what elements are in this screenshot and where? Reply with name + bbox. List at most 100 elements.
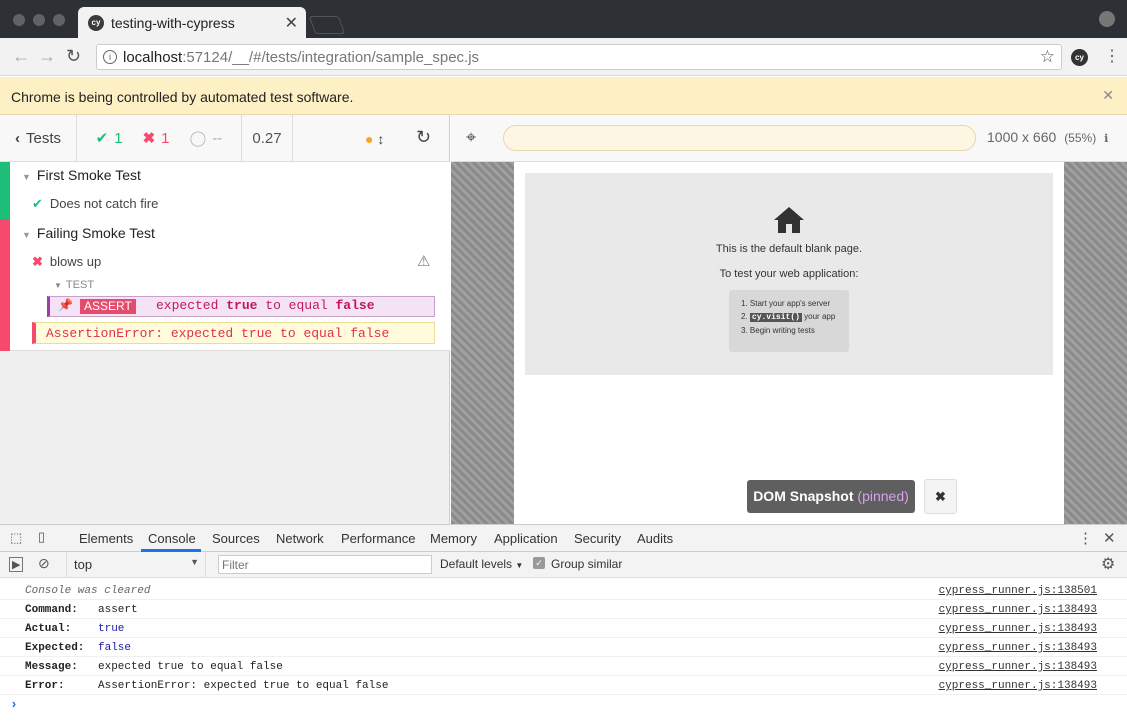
log-value: true [98,623,125,635]
dom-snapshot-badge: DOM Snapshot (pinned) [747,480,915,513]
levels-dropdown[interactable]: Default levels ▼ [440,557,523,571]
tab-network[interactable]: Network [276,531,324,546]
close-tab-icon[interactable]: ✕ [285,13,298,33]
back-icon[interactable]: ← [12,46,30,67]
blank-page: This is the default blank page. To test … [525,173,1053,375]
step-text: Start your app's server [749,299,831,308]
runnables-list: ▼ First Smoke Test ✔ Does not catch fire ▼… [0,162,450,351]
tab-console[interactable]: Console [148,531,196,546]
tab-audits[interactable]: Audits [637,531,673,546]
failed-count: 1 [161,129,170,147]
tab-performance[interactable]: Performance [341,531,415,546]
url-bar[interactable]: i localhost:57124/__/#/tests/integration… [96,44,1062,70]
url-path: :57124/__/#/tests/integration/sample_spe… [182,49,480,66]
collapse-caret-icon: ▼ [22,230,31,240]
reload-icon[interactable]: ↻ [66,46,81,67]
automation-infobar: Chrome is being controlled by automated … [0,77,1127,115]
forward-icon[interactable]: → [38,46,56,67]
browser-tab[interactable]: cy testing-with-cypress ✕ [78,7,306,38]
close-infobar-icon[interactable]: ✕ [1102,87,1114,104]
minimize-window-button[interactable] [33,14,45,26]
warning-icon: ⚠ [417,253,431,270]
console-log-row: Expected: false cypress_runner.js:138493 [0,638,1127,657]
error-message[interactable]: AssertionError: expected true to equal f… [32,322,435,344]
msg-part: true [226,298,258,313]
command-name: ASSERT [80,299,136,314]
chevron-down-icon: ▼ [190,557,199,567]
source-link[interactable]: cypress_runner.js:138493 [939,604,1097,616]
unpin-snapshot-button[interactable]: ✖ [924,479,957,514]
inspect-element-icon[interactable]: ⬚ [10,530,22,546]
console-output: Console was cleared cypress_runner.js:13… [0,578,1127,728]
tests-button[interactable]: ‹ Tests [0,115,77,161]
cypress-extension-icon[interactable]: cy [1071,49,1088,66]
source-link[interactable]: cypress_runner.js:138493 [939,623,1097,635]
group-similar-checkbox[interactable]: ✓ [533,557,545,569]
console-prompt-icon[interactable]: › [10,697,18,712]
run-controls: ● ↕ ↻ [293,115,450,161]
site-info-icon[interactable]: i [103,50,117,64]
passed-check-icon: ✔ [95,130,109,147]
app-iframe: This is the default blank page. To test … [514,162,1064,524]
auto-scroll-toggle[interactable]: ● ↕ [365,131,384,147]
source-link[interactable]: cypress_runner.js:138501 [939,585,1097,597]
clear-console-icon[interactable]: ⊘ [38,555,50,572]
viewport-info: 1000 x 660 (55%) ℹ [987,129,1108,145]
passed-count: 1 [114,129,123,147]
command-message: expected true to equal false [156,298,375,313]
failed-x-icon: ✖ [142,130,156,147]
new-tab-button[interactable] [308,16,346,34]
bookmark-star-icon[interactable]: ☆ [1040,47,1055,67]
home-icon [774,207,804,233]
msg-part: expected [156,298,219,313]
source-link[interactable]: cypress_runner.js:138493 [939,642,1097,654]
tab-sources[interactable]: Sources [212,531,260,546]
test-does-not-catch-fire[interactable]: ✔ Does not catch fire [32,196,158,212]
info-icon[interactable]: ℹ [1104,133,1108,145]
url-display [503,125,976,151]
selector-playground-icon[interactable]: ⌖ [466,127,476,148]
tab-application[interactable]: Application [494,531,558,546]
restart-icon[interactable]: ↻ [416,127,431,148]
profile-icon[interactable] [1099,11,1115,27]
filter-input[interactable] [218,555,432,574]
preview-header: ⌖ 1000 x 660 (55%) ℹ [451,115,1127,162]
maximize-window-button[interactable] [53,14,65,26]
suite-title: First Smoke Test [36,167,141,183]
test-blows-up[interactable]: ✖ blows up [32,254,101,270]
devtools-menu-icon[interactable]: ⋮ [1078,529,1093,547]
source-link[interactable]: cypress_runner.js:138493 [939,680,1097,692]
failed-x-icon: ✖ [32,254,43,269]
blank-line1: This is the default blank page. [715,243,863,255]
levels-label: Default levels [440,557,513,571]
pin-icon: 📌 [58,299,73,313]
cleared-message: Console was cleared [25,585,151,597]
viewport-dimensions: 1000 x 660 [987,129,1057,145]
source-link[interactable]: cypress_runner.js:138493 [939,661,1097,673]
console-toolbar: ▶ ⊘ top ▼ Default levels ▼ ✓ Group simil… [0,552,1127,578]
tab-title: testing-with-cypress [111,15,235,31]
url-text[interactable]: localhost:57124/__/#/tests/integration/s… [123,49,479,66]
suite-failing-smoke-test[interactable]: ▼ Failing Smoke Test [22,225,155,241]
suite-first-smoke-test[interactable]: ▼ First Smoke Test [22,167,141,183]
tab-elements[interactable]: Elements [79,531,133,546]
pass-indicator [0,162,10,219]
pending-count: -- [212,129,223,147]
msg-part: false [335,298,375,313]
tab-security[interactable]: Security [574,531,621,546]
log-key: Actual: [25,623,72,635]
hook-test[interactable]: ▼ TEST [54,279,94,291]
command-assert[interactable]: 📌 ASSERT expected true to equal false [47,296,435,317]
console-settings-gear-icon[interactable]: ⚙ [1101,554,1115,574]
tab-memory[interactable]: Memory [430,531,477,546]
console-log-row: Error: AssertionError: expected true to e… [0,676,1127,695]
log-value: expected true to equal false [98,661,283,673]
chrome-menu-icon[interactable]: ⋮ [1104,46,1120,66]
context-select[interactable]: top ▼ [66,552,206,577]
passed-check-icon: ✔ [32,196,43,211]
log-key: Command: [25,604,78,616]
close-window-button[interactable] [13,14,25,26]
show-sidebar-icon[interactable]: ▶ [9,557,24,572]
close-devtools-icon[interactable]: ✕ [1103,529,1116,547]
device-toolbar-icon[interactable]: ▯ [38,529,45,545]
